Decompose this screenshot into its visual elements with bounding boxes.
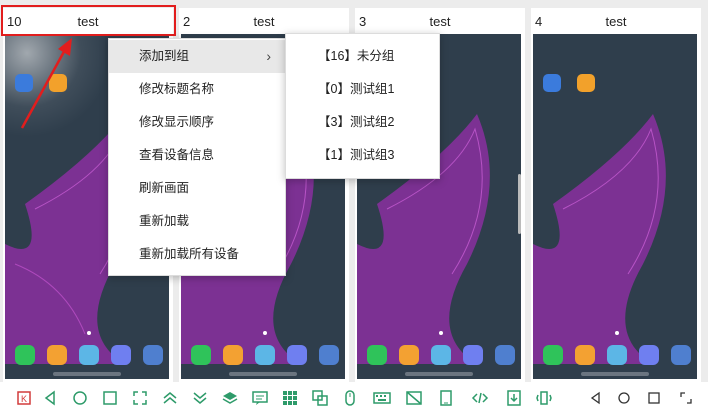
message-icon[interactable] <box>250 388 270 408</box>
submenu-item-group-2[interactable]: 【3】测试组2 <box>286 106 439 139</box>
menu-item-add-to-group[interactable]: 添加到组 › <box>109 40 285 73</box>
contacts-app-icon[interactable] <box>575 345 595 365</box>
menu-item-reload[interactable]: 重新加载 <box>109 205 285 238</box>
scrollbar[interactable] <box>518 174 521 234</box>
download-icon[interactable] <box>504 388 524 408</box>
layers-icon[interactable] <box>220 388 240 408</box>
highlight-box <box>1 5 176 36</box>
device-panel-4[interactable]: 4 test <box>531 8 701 382</box>
home-icon[interactable] <box>70 388 90 408</box>
folder-app-icon[interactable] <box>49 74 67 92</box>
browser-app-icon[interactable] <box>111 345 131 365</box>
menu-item-rename-title[interactable]: 修改标题名称 <box>109 73 285 106</box>
fullscreen-icon[interactable] <box>130 388 150 408</box>
settings-app-icon[interactable] <box>543 74 561 92</box>
menu-item-device-info[interactable]: 查看设备信息 <box>109 139 285 172</box>
messages-app-icon[interactable] <box>431 345 451 365</box>
messages-app-icon[interactable] <box>607 345 627 365</box>
scroll-up-icon[interactable] <box>160 388 180 408</box>
home-indicator <box>581 372 649 376</box>
group-submenu[interactable]: 【16】未分组 【0】测试组1 【3】测试组2 【1】测试组3 <box>285 33 440 179</box>
back-icon[interactable] <box>40 388 60 408</box>
settings-app-icon[interactable] <box>15 74 33 92</box>
no-image-icon[interactable] <box>404 388 424 408</box>
chevron-right-icon: › <box>266 48 271 64</box>
contacts-app-icon[interactable] <box>223 345 243 365</box>
panel-header[interactable]: 4 test <box>531 8 701 34</box>
submenu-item-group-3[interactable]: 【1】测试组3 <box>286 139 439 172</box>
page-indicator <box>87 331 91 335</box>
camera-app-icon[interactable] <box>671 345 691 365</box>
home-indicator <box>405 372 473 376</box>
home-indicator <box>53 372 121 376</box>
panel-title: test <box>605 14 627 29</box>
menu-item-change-order[interactable]: 修改显示顺序 <box>109 106 285 139</box>
menu-item-reload-all[interactable]: 重新加载所有设备 <box>109 238 285 271</box>
phone-app-icon[interactable] <box>367 345 387 365</box>
back-icon-2[interactable] <box>585 388 605 408</box>
submenu-item-group-1[interactable]: 【0】测试组1 <box>286 73 439 106</box>
page-indicator <box>615 331 619 335</box>
page-indicator <box>263 331 267 335</box>
phone-app-icon[interactable] <box>191 345 211 365</box>
panel-header[interactable]: 2 test <box>179 8 349 34</box>
home-icon-2[interactable] <box>614 388 634 408</box>
vibrate-icon[interactable] <box>534 388 554 408</box>
folder-app-icon[interactable] <box>577 74 595 92</box>
panel-title: test <box>253 14 275 29</box>
browser-app-icon[interactable] <box>287 345 307 365</box>
keyboard-icon[interactable] <box>372 388 392 408</box>
panel-header[interactable]: 3 test <box>355 8 525 34</box>
portrait-icon[interactable] <box>436 388 456 408</box>
bottom-toolbar: K <box>0 382 708 414</box>
screen-share-icon[interactable] <box>310 388 330 408</box>
messages-app-icon[interactable] <box>255 345 275 365</box>
recents-icon-2[interactable] <box>644 388 664 408</box>
recents-icon[interactable] <box>100 388 120 408</box>
device-screen[interactable] <box>533 34 697 379</box>
home-indicator <box>229 372 297 376</box>
code-icon[interactable] <box>470 388 490 408</box>
scroll-down-icon[interactable] <box>190 388 210 408</box>
phone-app-icon[interactable] <box>543 345 563 365</box>
camera-app-icon[interactable] <box>495 345 515 365</box>
panel-title: test <box>429 14 451 29</box>
submenu-item-ungrouped[interactable]: 【16】未分组 <box>286 40 439 73</box>
browser-app-icon[interactable] <box>463 345 483 365</box>
screenshot-icon[interactable]: K <box>14 388 34 408</box>
messages-app-icon[interactable] <box>79 345 99 365</box>
context-menu[interactable]: 添加到组 › 修改标题名称 修改显示顺序 查看设备信息 刷新画面 重新加载 重新… <box>108 38 286 276</box>
menu-item-refresh[interactable]: 刷新画面 <box>109 172 285 205</box>
grid-icon[interactable] <box>280 388 300 408</box>
svg-text:K: K <box>21 394 27 404</box>
contacts-app-icon[interactable] <box>47 345 67 365</box>
page-indicator <box>439 331 443 335</box>
camera-app-icon[interactable] <box>143 345 163 365</box>
camera-app-icon[interactable] <box>319 345 339 365</box>
browser-app-icon[interactable] <box>639 345 659 365</box>
mouse-icon[interactable] <box>340 388 360 408</box>
phone-app-icon[interactable] <box>15 345 35 365</box>
contacts-app-icon[interactable] <box>399 345 419 365</box>
fullscreen-icon-2[interactable] <box>676 388 696 408</box>
